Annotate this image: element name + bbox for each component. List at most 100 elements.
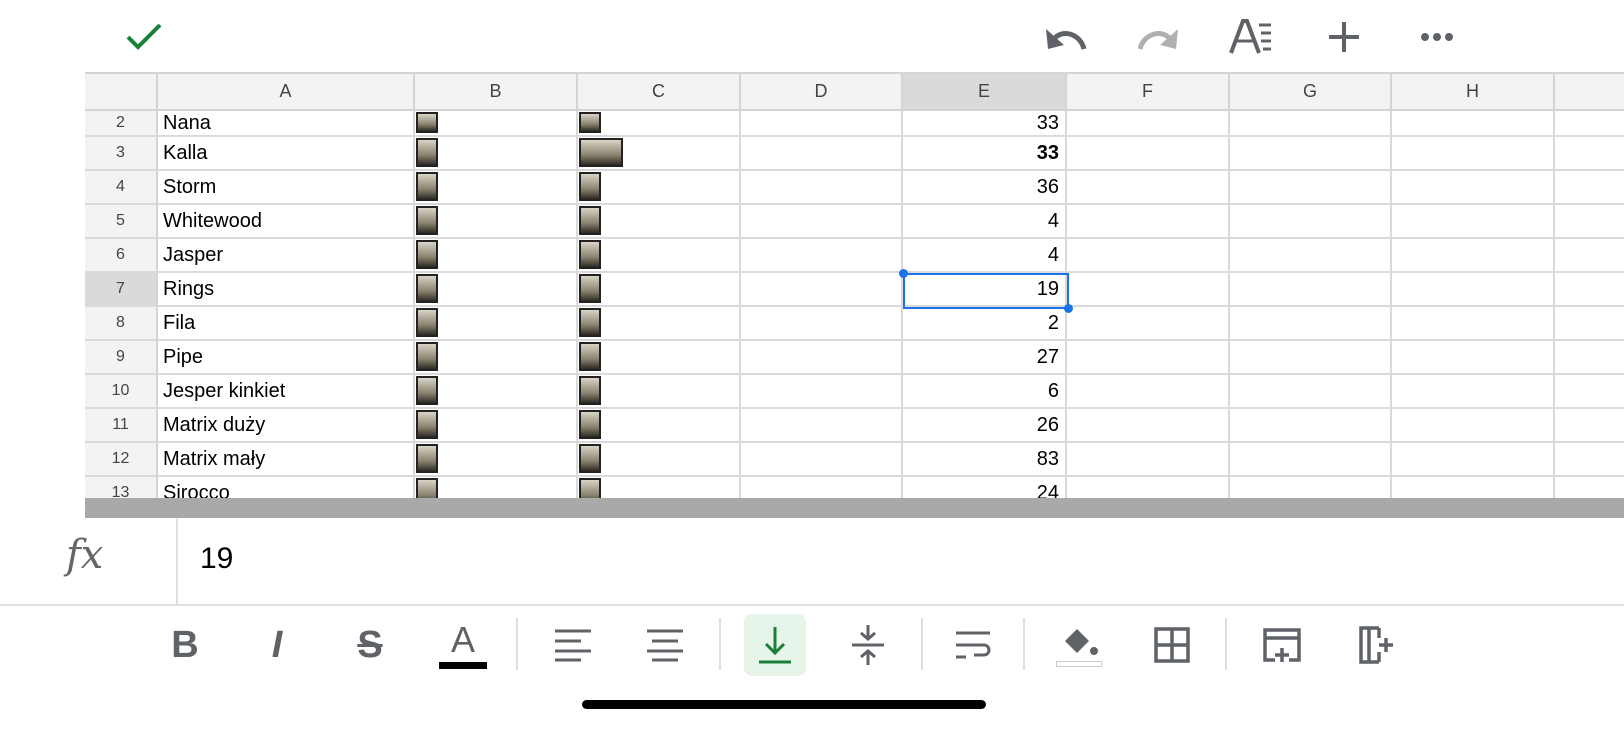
quantity-cell[interactable]: 2 xyxy=(903,307,1067,341)
cell-h13[interactable] xyxy=(1392,477,1555,498)
product-image-thumbnail[interactable] xyxy=(579,478,601,498)
quantity-cell[interactable]: 36 xyxy=(903,171,1067,205)
cell-g6[interactable] xyxy=(1230,239,1392,273)
name-cell[interactable]: Sirocco xyxy=(158,477,415,498)
align-left-icon[interactable] xyxy=(542,614,604,676)
column-header-a[interactable]: A xyxy=(158,72,415,111)
row-header[interactable]: 2 xyxy=(85,111,158,137)
cell-d13[interactable] xyxy=(741,477,903,498)
quantity-cell[interactable]: 6 xyxy=(903,375,1067,409)
row-header[interactable]: 6 xyxy=(85,239,158,273)
insert-column-icon[interactable] xyxy=(1345,614,1407,676)
quantity-cell[interactable]: 4 xyxy=(903,205,1067,239)
italic-icon[interactable]: I xyxy=(246,614,308,676)
cell-c3[interactable] xyxy=(578,137,741,171)
product-image-thumbnail[interactable] xyxy=(579,342,601,371)
cell-h11[interactable] xyxy=(1392,409,1555,443)
cell-h12[interactable] xyxy=(1392,443,1555,477)
column-header-d[interactable]: D xyxy=(741,72,903,111)
cell-g12[interactable] xyxy=(1230,443,1392,477)
wrap-text-icon[interactable] xyxy=(943,614,1005,676)
cell-f3[interactable] xyxy=(1067,137,1230,171)
name-cell[interactable]: Pipe xyxy=(158,341,415,375)
product-image-thumbnail[interactable] xyxy=(416,206,438,235)
cell-h6[interactable] xyxy=(1392,239,1555,273)
product-image-thumbnail[interactable] xyxy=(416,308,438,337)
selection-handle-top[interactable] xyxy=(899,269,908,278)
name-cell[interactable]: Kalla xyxy=(158,137,415,171)
cell-d10[interactable] xyxy=(741,375,903,409)
cell-h7[interactable] xyxy=(1392,273,1555,307)
cell-c4[interactable] xyxy=(578,171,741,205)
cell-c5[interactable] xyxy=(578,205,741,239)
cell-g2[interactable] xyxy=(1230,111,1392,137)
cell-g3[interactable] xyxy=(1230,137,1392,171)
name-cell[interactable]: Jesper kinkiet xyxy=(158,375,415,409)
cell-b7[interactable] xyxy=(415,273,578,307)
quantity-cell[interactable]: 33 xyxy=(903,111,1067,137)
cell-c7[interactable] xyxy=(578,273,741,307)
product-image-thumbnail[interactable] xyxy=(579,376,601,405)
cell-b9[interactable] xyxy=(415,341,578,375)
product-image-thumbnail[interactable] xyxy=(416,240,438,269)
product-image-thumbnail[interactable] xyxy=(579,410,601,439)
insert-row-icon[interactable] xyxy=(1251,614,1313,676)
strikethrough-icon[interactable]: S xyxy=(339,614,401,676)
product-image-thumbnail[interactable] xyxy=(579,206,601,235)
column-header-b[interactable]: B xyxy=(415,72,578,111)
cell-c2[interactable] xyxy=(578,111,741,137)
quantity-cell[interactable]: 27 xyxy=(903,341,1067,375)
cell-c11[interactable] xyxy=(578,409,741,443)
text-color-icon[interactable]: A xyxy=(432,614,494,676)
cell-d8[interactable] xyxy=(741,307,903,341)
cell-g11[interactable] xyxy=(1230,409,1392,443)
quantity-cell[interactable]: 24 xyxy=(903,477,1067,498)
quantity-cell[interactable]: 33 xyxy=(903,137,1067,171)
cell-i6[interactable] xyxy=(1555,239,1624,273)
cell-c6[interactable] xyxy=(578,239,741,273)
row-header[interactable]: 7 xyxy=(85,273,158,307)
bold-icon[interactable]: B xyxy=(154,614,216,676)
selection-handle-bottom[interactable] xyxy=(1064,304,1073,313)
product-image-thumbnail[interactable] xyxy=(579,138,623,167)
spreadsheet-grid[interactable]: A B C D E F G H 2 Nana 33 3 Kalla 33 4 Storm 36 5 Whitewoo… xyxy=(85,72,1624,498)
cell-c8[interactable] xyxy=(578,307,741,341)
column-header-c[interactable]: C xyxy=(578,72,741,111)
cell-f11[interactable] xyxy=(1067,409,1230,443)
cell-i11[interactable] xyxy=(1555,409,1624,443)
corner-cell[interactable] xyxy=(85,72,158,111)
cell-d7[interactable] xyxy=(741,273,903,307)
cell-g8[interactable] xyxy=(1230,307,1392,341)
plus-icon[interactable] xyxy=(1320,14,1368,60)
product-image-thumbnail[interactable] xyxy=(416,376,438,405)
product-image-thumbnail[interactable] xyxy=(416,274,438,303)
column-header-g[interactable]: G xyxy=(1230,72,1392,111)
row-header[interactable]: 11 xyxy=(85,409,158,443)
cell-f10[interactable] xyxy=(1067,375,1230,409)
product-image-thumbnail[interactable] xyxy=(579,274,601,303)
quantity-cell[interactable]: 4 xyxy=(903,239,1067,273)
cell-c13[interactable] xyxy=(578,477,741,498)
cell-i3[interactable] xyxy=(1555,137,1624,171)
cell-i8[interactable] xyxy=(1555,307,1624,341)
cell-d12[interactable] xyxy=(741,443,903,477)
cell-h10[interactable] xyxy=(1392,375,1555,409)
align-center-icon[interactable] xyxy=(634,614,696,676)
cell-i9[interactable] xyxy=(1555,341,1624,375)
redo-icon[interactable] xyxy=(1132,16,1184,58)
cell-i13[interactable] xyxy=(1555,477,1624,498)
cell-b6[interactable] xyxy=(415,239,578,273)
name-cell[interactable]: Jasper xyxy=(158,239,415,273)
row-header[interactable]: 5 xyxy=(85,205,158,239)
cell-f7[interactable] xyxy=(1067,273,1230,307)
borders-icon[interactable] xyxy=(1141,614,1203,676)
formula-input[interactable]: 19 xyxy=(200,542,233,576)
cell-c9[interactable] xyxy=(578,341,741,375)
cell-c12[interactable] xyxy=(578,443,741,477)
cell-d6[interactable] xyxy=(741,239,903,273)
cell-i5[interactable] xyxy=(1555,205,1624,239)
text-format-icon[interactable] xyxy=(1226,14,1276,60)
name-cell[interactable]: Storm xyxy=(158,171,415,205)
cell-b12[interactable] xyxy=(415,443,578,477)
product-image-thumbnail[interactable] xyxy=(416,410,438,439)
